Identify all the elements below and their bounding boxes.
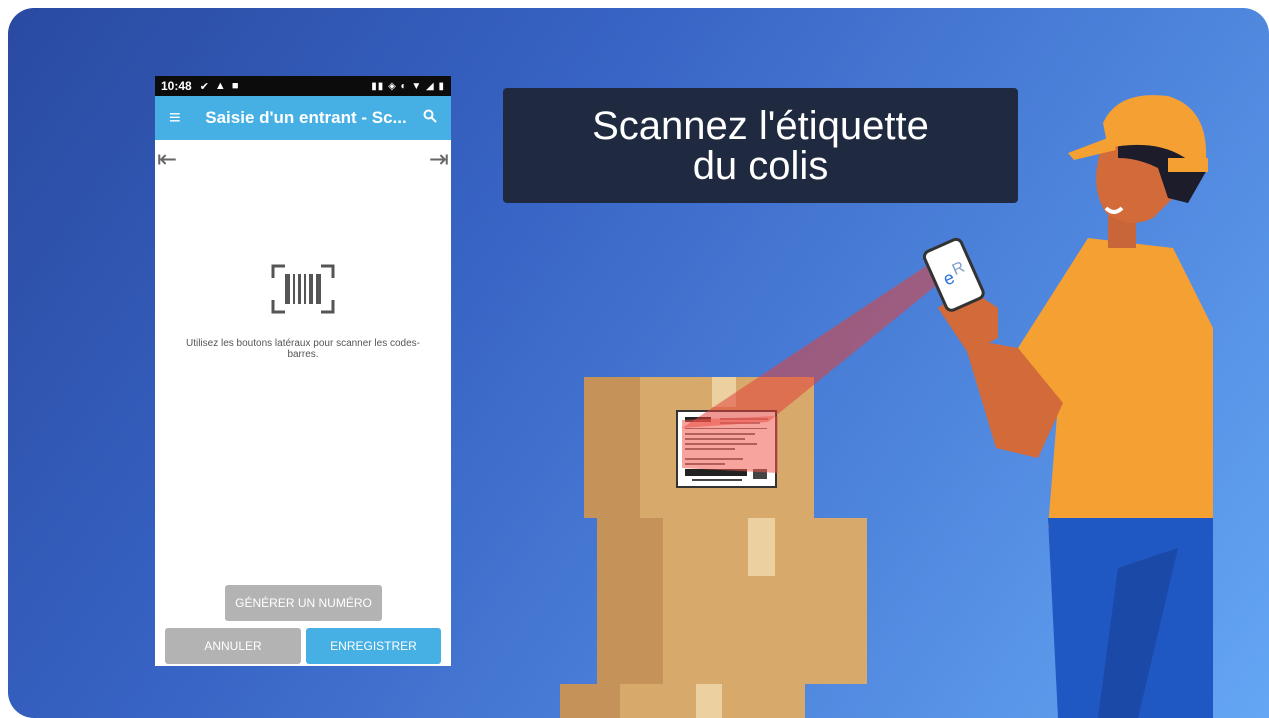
menu-icon[interactable]: ≡ (169, 107, 195, 130)
cancel-button[interactable]: ANNULER (165, 628, 301, 664)
arrow-left-icon[interactable]: ⇤ (157, 148, 177, 172)
instruction-banner: Scannez l'étiquette du colis (503, 88, 1018, 203)
phone-in-hand: e R (922, 237, 985, 312)
video-frame: e R 10:48 ✔ ▲ ■ ▮▮ ◈ ◐ ▼ ◢ ▮ ≡ Saisie d'… (8, 8, 1269, 718)
status-time: 10:48 (161, 79, 192, 93)
banner-line-2: du colis (692, 143, 829, 188)
arrow-right-icon[interactable]: ⇥ (429, 148, 449, 172)
video-icon: ■ (231, 80, 239, 92)
app-bar: ≡ Saisie d'un entrant - Sc... (155, 96, 451, 140)
nav-row: ⇤ ⇥ (155, 148, 451, 172)
generate-number-button[interactable]: GÉNÉRER UN NUMÉRO (225, 585, 382, 621)
check-icon: ✔ (199, 80, 209, 93)
search-icon[interactable] (417, 109, 437, 128)
save-button[interactable]: ENREGISTRER (306, 628, 441, 664)
barcode-scan-icon (155, 264, 451, 319)
phone-screen: 10:48 ✔ ▲ ■ ▮▮ ◈ ◐ ▼ ◢ ▮ ≡ Saisie d'un e… (155, 76, 451, 666)
warning-icon: ▲ (214, 80, 226, 92)
person-shirt (1018, 238, 1213, 528)
banner-line-1: Scannez l'étiquette (592, 103, 929, 148)
app-title: Saisie d'un entrant - Sc... (205, 108, 407, 127)
status-bar: 10:48 ✔ ▲ ■ ▮▮ ◈ ◐ ▼ ◢ ▮ (155, 76, 451, 96)
status-icons: ▮▮ ◈ ◐ ▼ ◢ ▮ (371, 80, 445, 92)
scan-hint: Utilisez les boutons latéraux pour scann… (185, 338, 420, 360)
